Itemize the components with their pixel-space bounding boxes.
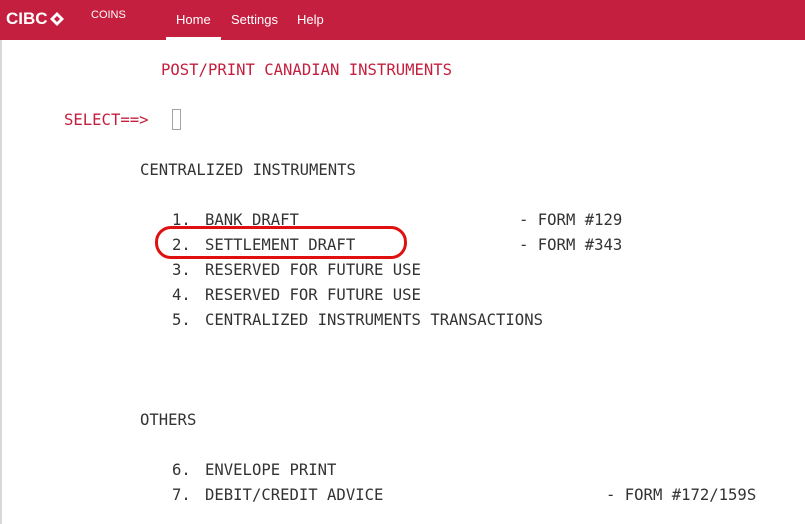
menu-item-number: 3.	[172, 261, 191, 279]
menu-item-ci-transactions[interactable]: CENTRALIZED INSTRUMENTS TRANSACTIONS	[205, 311, 543, 329]
cibc-logo: CIBC	[6, 8, 65, 30]
active-tab-indicator	[166, 37, 221, 40]
menu-item-form: - FORM #343	[519, 236, 623, 254]
nav-home[interactable]: Home	[176, 12, 211, 27]
highlight-annotation-ellipse	[155, 226, 407, 259]
menu-item-number: 4.	[172, 286, 191, 304]
terminal-window: CIBC COINS Home Settings Help POST/PRINT…	[0, 0, 805, 524]
menu-item-envelope-print[interactable]: ENVELOPE PRINT	[205, 461, 336, 479]
section-heading-centralized: CENTRALIZED INSTRUMENTS	[140, 161, 356, 179]
top-navigation-bar: CIBC COINS Home Settings Help	[0, 0, 805, 40]
screen-title: POST/PRINT CANADIAN INSTRUMENTS	[161, 61, 453, 79]
menu-item-debit-credit-advice[interactable]: DEBIT/CREDIT ADVICE	[205, 486, 383, 504]
menu-item-number: 6.	[172, 461, 191, 479]
menu-item-form: - FORM #129	[519, 211, 623, 229]
cibc-diamond-icon	[49, 12, 64, 26]
section-heading-others: OTHERS	[140, 411, 197, 429]
select-input[interactable]	[172, 109, 181, 130]
left-edge-divider	[0, 40, 2, 524]
menu-item-reserved-3[interactable]: RESERVED FOR FUTURE USE	[205, 261, 421, 279]
menu-item-number: 5.	[172, 311, 191, 329]
menu-item-reserved-4[interactable]: RESERVED FOR FUTURE USE	[205, 286, 421, 304]
app-name: COINS	[91, 9, 126, 21]
select-prompt: SELECT==>	[64, 111, 149, 129]
menu-item-form: - FORM #172/159S	[606, 486, 757, 504]
nav-help[interactable]: Help	[297, 12, 324, 27]
nav-settings[interactable]: Settings	[231, 12, 278, 27]
menu-item-number: 7.	[172, 486, 191, 504]
logo-text: CIBC	[6, 9, 48, 28]
